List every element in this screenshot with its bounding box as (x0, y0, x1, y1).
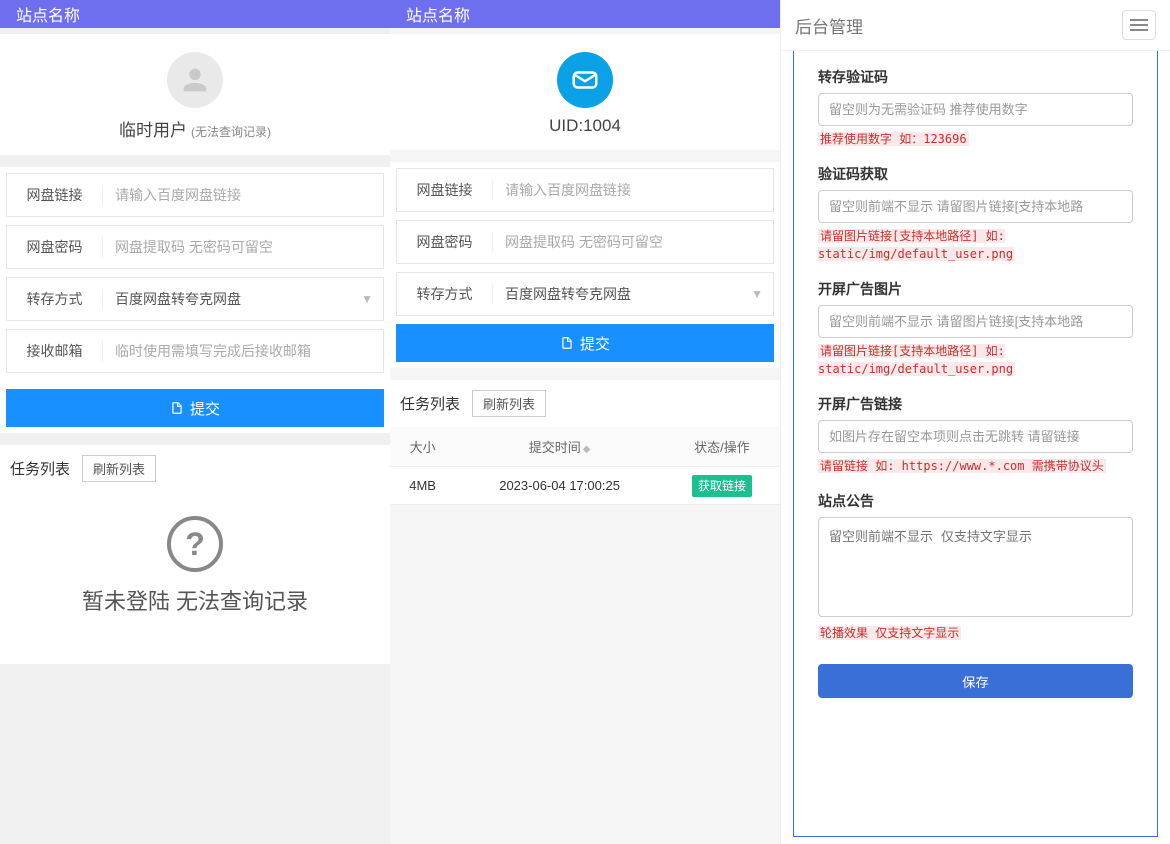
field-hint: 请留图片链接[支持本地路径] 如: static/img/default_use… (818, 227, 1133, 263)
menu-icon[interactable] (1122, 10, 1156, 40)
col-size[interactable]: 大小 (390, 427, 455, 467)
pwd-input[interactable] (103, 239, 383, 255)
avatar-icon (167, 52, 223, 108)
link-input[interactable] (103, 187, 383, 203)
field-label-code: 转存验证码 (818, 67, 1133, 87)
email-input[interactable] (103, 343, 383, 359)
cell-size: 4MB (390, 467, 455, 505)
link-input[interactable] (493, 182, 773, 198)
task-list-title: 任务列表 (400, 393, 460, 414)
document-icon (560, 336, 574, 350)
refresh-button-left[interactable]: 刷新列表 (82, 455, 156, 482)
email-label: 接收邮箱 (7, 341, 103, 361)
task-table: 大小 提交时间◆ 状态/操作 4MB 2023-06-04 17:00:25 获… (390, 427, 780, 505)
pwd-input[interactable] (493, 234, 773, 250)
field-label-codeget: 验证码获取 (818, 164, 1133, 184)
field-label-adimg: 开屏广告图片 (818, 279, 1133, 299)
method-label: 转存方式 (397, 284, 493, 304)
uid-label: UID:1004 (549, 116, 621, 136)
sort-icon: ◆ (583, 444, 591, 455)
transfer-form-left: 网盘链接 网盘密码 转存方式 百度网盘转夸克网盘 ▼ 接收邮箱 (0, 167, 390, 433)
get-link-button[interactable]: 获取链接 (692, 475, 752, 497)
admin-form: 转存验证码 推荐使用数字 如：123696 验证码获取 请留图片链接[支持本地路… (793, 51, 1158, 837)
profile-title: 临时用户 (119, 116, 187, 141)
col-status[interactable]: 状态/操作 (664, 427, 780, 467)
field-label-adlink: 开屏广告链接 (818, 394, 1133, 414)
site-header-mid: 站点名称 (390, 0, 780, 28)
method-select[interactable]: 百度网盘转夸克网盘 (103, 289, 383, 309)
cell-time: 2023-06-04 17:00:25 (455, 467, 664, 505)
field-input-adlink[interactable] (818, 420, 1133, 453)
task-list-card-mid: 任务列表 刷新列表 大小 提交时间◆ 状态/操作 4MB (390, 380, 780, 505)
admin-header: 后台管理 (781, 0, 1170, 51)
field-input-codeget[interactable] (818, 190, 1133, 223)
field-hint: 请留图片链接[支持本地路径] 如: static/img/default_use… (818, 342, 1133, 378)
pwd-label: 网盘密码 (397, 232, 493, 252)
submit-button-left[interactable]: 提交 (6, 389, 384, 427)
transfer-form-mid: 网盘链接 网盘密码 转存方式 百度网盘转夸克网盘 ▼ 提交 (390, 162, 780, 368)
refresh-button-mid[interactable]: 刷新列表 (472, 390, 546, 417)
field-hint: 请留链接 如: https://www.*.com 需携带协议头 (818, 457, 1133, 475)
task-list-card-left: 任务列表 刷新列表 ? 暂未登陆 无法查询记录 (0, 445, 390, 664)
method-select[interactable]: 百度网盘转夸克网盘 (493, 284, 773, 304)
admin-title: 后台管理 (795, 13, 863, 38)
pwd-label: 网盘密码 (7, 237, 103, 257)
method-label: 转存方式 (7, 289, 103, 309)
mail-icon (557, 52, 613, 108)
empty-state-text: 暂未登陆 无法查询记录 (10, 584, 380, 616)
profile-subtitle: (无法查询记录) (191, 123, 271, 140)
question-icon: ? (167, 516, 223, 572)
profile-card-mid: UID:1004 (390, 34, 780, 150)
col-time[interactable]: 提交时间◆ (455, 427, 664, 467)
field-textarea-notice[interactable] (818, 517, 1133, 617)
field-label-notice: 站点公告 (818, 491, 1133, 511)
field-hint: 推荐使用数字 如：123696 (818, 130, 1133, 148)
submit-button-mid[interactable]: 提交 (396, 324, 774, 362)
document-icon (170, 401, 184, 415)
site-header-left: 站点名称 (0, 0, 390, 28)
task-list-title: 任务列表 (10, 458, 70, 479)
field-input-code[interactable] (818, 93, 1133, 126)
table-row: 4MB 2023-06-04 17:00:25 获取链接 (390, 467, 780, 505)
link-label: 网盘链接 (397, 180, 493, 200)
link-label: 网盘链接 (7, 185, 103, 205)
field-hint: 轮播效果 仅支持文字显示 (818, 624, 1133, 642)
save-button[interactable]: 保存 (818, 664, 1133, 698)
profile-card-left: 临时用户 (无法查询记录) (0, 34, 390, 155)
field-input-adimg[interactable] (818, 305, 1133, 338)
